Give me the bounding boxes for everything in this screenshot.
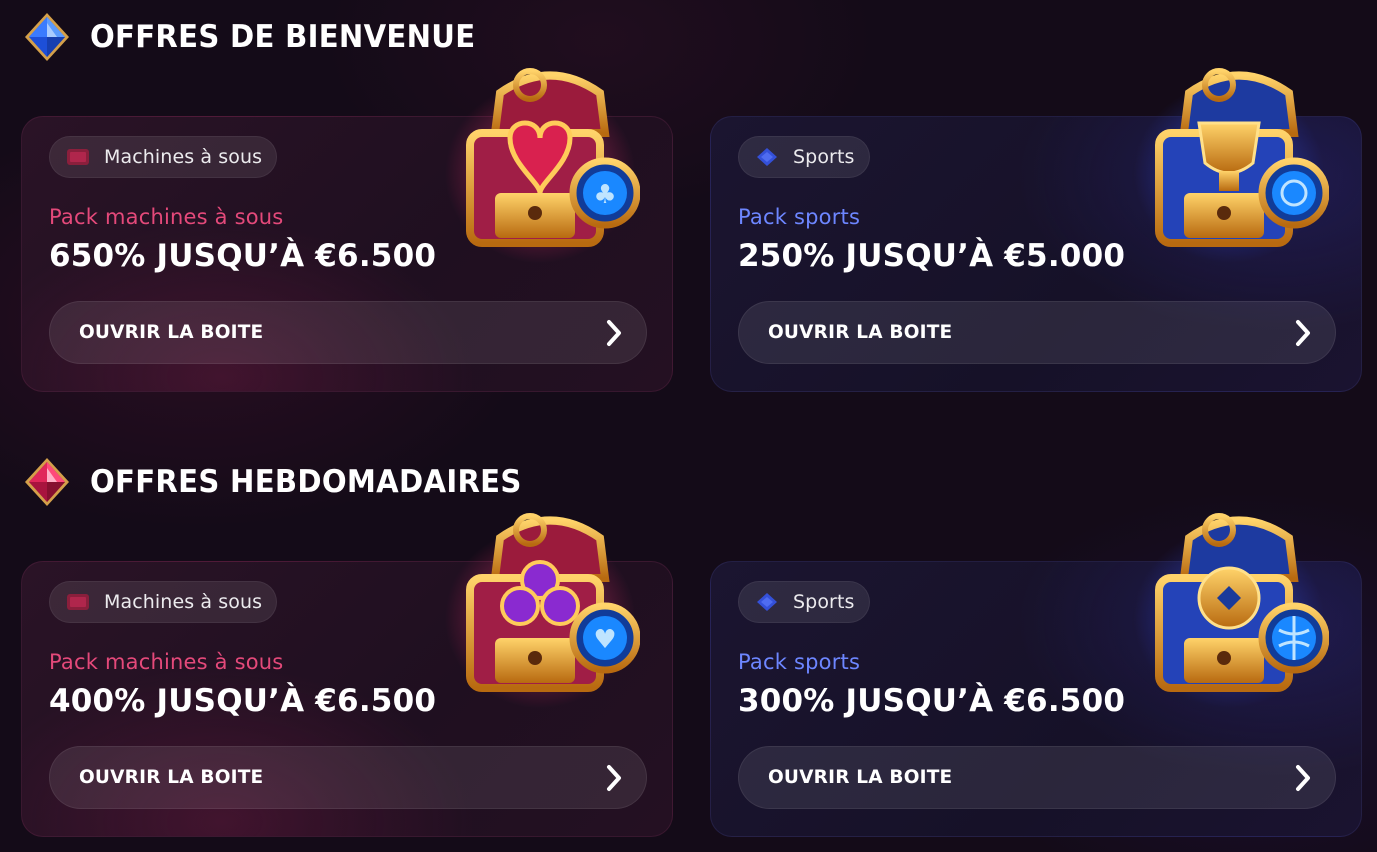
chevron-right-icon [607,764,621,791]
open-box-button[interactable]: OUVRIR LA BOITE [49,746,647,809]
promotions-page: OFFRES DE BIENVENUE Machines à sous Pack… [0,0,1377,852]
open-box-button[interactable]: OUVRIR LA BOITE [738,301,1336,364]
section-title: OFFRES DE BIENVENUE [90,19,476,55]
medal-chest-icon [1134,513,1329,708]
trophy-chest-icon [1134,68,1329,263]
offer-amount: 400% JUSQU’À €6.500 [49,683,437,719]
chevron-right-icon [607,319,621,346]
section-header-weekly: OFFRES HEBDOMADAIRES [24,457,549,507]
slot-machine-icon [67,594,89,610]
open-box-button[interactable]: OUVRIR LA BOITE [49,301,647,364]
offer-amount: 650% JUSQU’À €6.500 [49,238,437,274]
heart-chest-icon: ♣ [445,68,640,263]
svg-text:♥: ♥ [593,625,616,655]
section-header-welcome: OFFRES DE BIENVENUE [24,12,500,62]
chevron-right-icon [1296,764,1310,791]
offer-card-slots-welcome: Machines à sous Pack machines à sous 650… [21,68,673,392]
open-box-button[interactable]: OUVRIR LA BOITE [738,746,1336,809]
offer-amount: 250% JUSQU’À €5.000 [738,238,1126,274]
offer-subtitle: Pack sports [738,205,861,229]
club-chest-icon: ♥ [445,513,640,708]
section-title: OFFRES HEBDOMADAIRES [90,464,522,500]
category-tag: Machines à sous [49,581,278,623]
offer-card-sports-welcome: Sports Pack sports 250% JUSQU’À €5.000 O… [710,68,1362,392]
blue-gem-icon [25,13,69,61]
chevron-right-icon [1296,319,1310,346]
offer-subtitle: Pack sports [738,650,861,674]
sports-diamond-icon [757,593,777,611]
offer-subtitle: Pack machines à sous [49,205,284,229]
category-tag: Machines à sous [49,136,278,178]
offer-subtitle: Pack machines à sous [49,650,284,674]
offer-card-slots-weekly: Machines à sous Pack machines à sous 400… [21,513,673,837]
offer-amount: 300% JUSQU’À €6.500 [738,683,1126,719]
svg-text:♣: ♣ [593,180,616,210]
sports-diamond-icon [757,148,777,166]
category-tag: Sports [738,581,870,623]
slot-machine-icon [67,149,89,165]
category-tag: Sports [738,136,870,178]
offer-card-sports-weekly: Sports Pack sports 300% JUSQU’À €6.500 O… [710,513,1362,837]
red-gem-icon [25,458,69,506]
